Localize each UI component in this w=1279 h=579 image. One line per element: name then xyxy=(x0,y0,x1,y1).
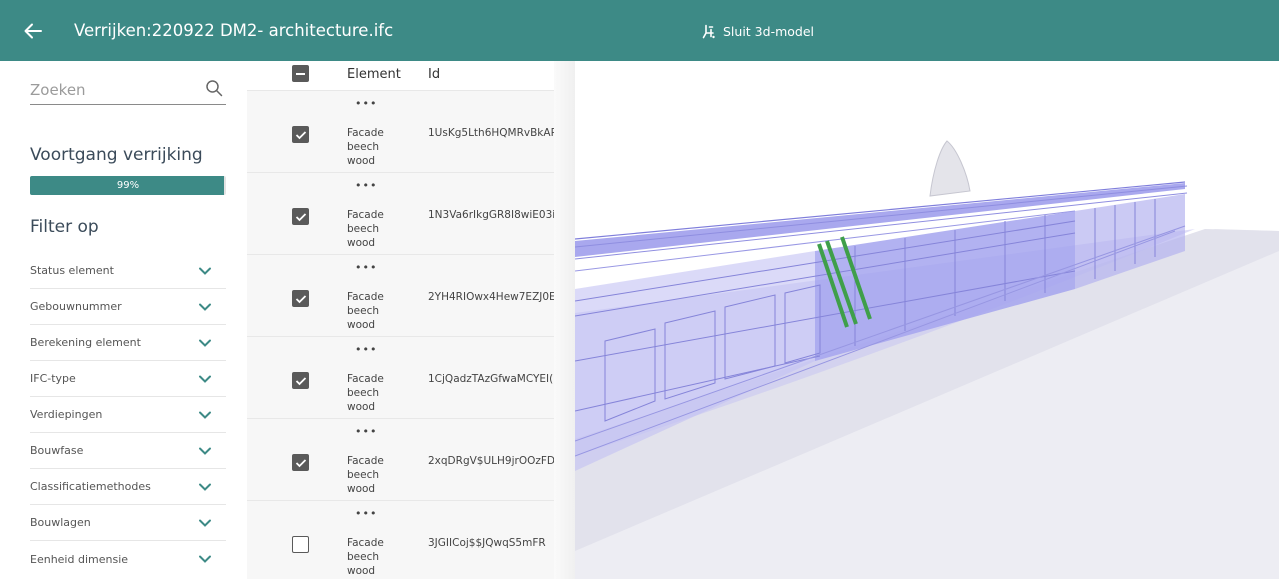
search-box xyxy=(30,77,226,105)
row-checkbox[interactable] xyxy=(292,126,309,143)
table-row[interactable]: ••• Facade beech wood 1CjQadzTAzGfwaMCYE… xyxy=(247,336,554,418)
more-options-icon[interactable]: ••• xyxy=(355,179,377,192)
more-options-icon[interactable]: ••• xyxy=(355,507,377,520)
checkmark-icon xyxy=(295,130,306,139)
table-row[interactable]: ••• Facade beech wood 1UsKg5Lth6HQMRvBkA… xyxy=(247,90,554,172)
building-model xyxy=(575,140,1279,579)
filter-label: Bouwlagen xyxy=(30,516,91,529)
roof-tower xyxy=(929,140,971,197)
progress-percentage: 99% xyxy=(116,180,140,191)
filter-label: Bouwfase xyxy=(30,444,84,457)
filter-heading: Filter op xyxy=(30,217,99,237)
indeterminate-icon xyxy=(296,72,305,75)
filter-sidebar: Voortgang verrijking 99% Filter op Statu… xyxy=(0,61,247,579)
3d-model-icon xyxy=(702,24,715,38)
table-header: Element Id xyxy=(247,61,554,90)
filter-label: Status element xyxy=(30,264,114,277)
row-element-name: Facade beech wood xyxy=(347,455,384,495)
filter-bouwfase[interactable]: Bouwfase xyxy=(30,433,226,469)
row-element-name: Facade beech wood xyxy=(347,537,384,577)
chevron-down-icon xyxy=(199,447,211,455)
filter-label: Classificatiemethodes xyxy=(30,480,151,493)
filter-eenheid-dimensie[interactable]: Eenheid dimensie xyxy=(30,541,226,577)
more-options-icon[interactable]: ••• xyxy=(355,261,377,274)
table-row[interactable]: ••• Facade beech wood 1N3Va6rIkgGR8I8wiE… xyxy=(247,172,554,254)
filter-bouwlagen[interactable]: Bouwlagen xyxy=(30,505,226,541)
more-options-icon[interactable]: ••• xyxy=(355,97,377,110)
table-row[interactable]: ••• Facade beech wood 3JGIICoj$$JQwqS5mF… xyxy=(247,500,554,579)
row-element-name: Facade beech wood xyxy=(347,291,384,331)
chevron-down-icon xyxy=(199,267,211,275)
row-element-name: Facade beech wood xyxy=(347,127,384,167)
3d-model-viewer[interactable] xyxy=(575,61,1279,579)
element-table: Element Id ••• Facade beech wood 1UsKg5L… xyxy=(247,61,554,579)
table-row[interactable]: ••• Facade beech wood 2YH4RIOwx4Hew7EZJ0… xyxy=(247,254,554,336)
row-checkbox[interactable] xyxy=(292,454,309,471)
checkmark-icon xyxy=(295,212,306,221)
row-checkbox[interactable] xyxy=(292,290,309,307)
row-element-id: 2xqDRgV$ULH9jrOOzFD xyxy=(428,455,554,467)
chevron-down-icon xyxy=(199,303,211,311)
column-header-element: Element xyxy=(347,67,401,82)
table-row[interactable]: ••• Facade beech wood 2xqDRgV$ULH9jrOOzF… xyxy=(247,418,554,500)
arrow-left-icon xyxy=(24,23,42,39)
column-header-id: Id xyxy=(428,67,441,82)
search-input[interactable] xyxy=(30,79,200,101)
chevron-down-icon xyxy=(199,411,211,419)
row-element-id: 1UsKg5Lth6HQMRvBkAP xyxy=(428,127,554,139)
panel-divider xyxy=(554,61,575,579)
chevron-down-icon xyxy=(199,339,211,347)
filter-label: Verdiepingen xyxy=(30,408,103,421)
more-options-icon[interactable]: ••• xyxy=(355,425,377,438)
checkmark-icon xyxy=(295,294,306,303)
close-3d-model-button[interactable]: Sluit 3d-model xyxy=(702,20,814,42)
row-element-name: Facade beech wood xyxy=(347,209,384,249)
app-header: Verrijken:220922 DM2- architecture.ifc S… xyxy=(0,0,1279,61)
filter-label: Eenheid dimensie xyxy=(30,552,129,566)
filter-label: IFC-type xyxy=(30,372,76,385)
filter-gebouwnummer[interactable]: Gebouwnummer xyxy=(30,289,226,325)
chevron-down-icon xyxy=(199,519,211,527)
progress-heading: Voortgang verrijking xyxy=(30,145,203,165)
close-3d-model-label: Sluit 3d-model xyxy=(723,23,814,39)
filter-label: Gebouwnummer xyxy=(30,300,122,313)
row-element-id: 1CjQadzTAzGfwaMCYEI( xyxy=(428,373,554,385)
row-element-id: 3JGIICoj$$JQwqS5mFR xyxy=(428,537,546,549)
chevron-down-icon xyxy=(199,375,211,383)
filter-label: Berekening element xyxy=(30,336,141,349)
chevron-down-icon xyxy=(199,555,211,563)
filter-status-element[interactable]: Status element xyxy=(30,253,226,289)
checkmark-icon xyxy=(295,458,306,467)
row-checkbox[interactable] xyxy=(292,372,309,389)
row-element-id: 2YH4RIOwx4Hew7EZJ0E xyxy=(428,291,554,303)
filter-list: Status element Gebouwnummer Berekening e… xyxy=(30,253,226,577)
checkmark-icon xyxy=(295,376,306,385)
filter-verdiepingen[interactable]: Verdiepingen xyxy=(30,397,226,433)
filter-ifc-type[interactable]: IFC-type xyxy=(30,361,226,397)
row-checkbox[interactable] xyxy=(292,208,309,225)
search-icon[interactable] xyxy=(205,79,223,97)
more-options-icon[interactable]: ••• xyxy=(355,343,377,356)
select-all-checkbox[interactable] xyxy=(292,65,309,82)
row-checkbox[interactable] xyxy=(292,536,309,553)
back-button[interactable] xyxy=(21,19,45,43)
filter-classificatiemethodes[interactable]: Classificatiemethodes xyxy=(30,469,226,505)
enrichment-progress-bar: 99% xyxy=(30,176,226,195)
row-element-name: Facade beech wood xyxy=(347,373,384,413)
page-title: Verrijken:220922 DM2- architecture.ifc xyxy=(74,21,394,40)
chevron-down-icon xyxy=(199,483,211,491)
filter-berekening-element[interactable]: Berekening element xyxy=(30,325,226,361)
row-element-id: 1N3Va6rIkgGR8I8wiE03i xyxy=(428,209,554,221)
